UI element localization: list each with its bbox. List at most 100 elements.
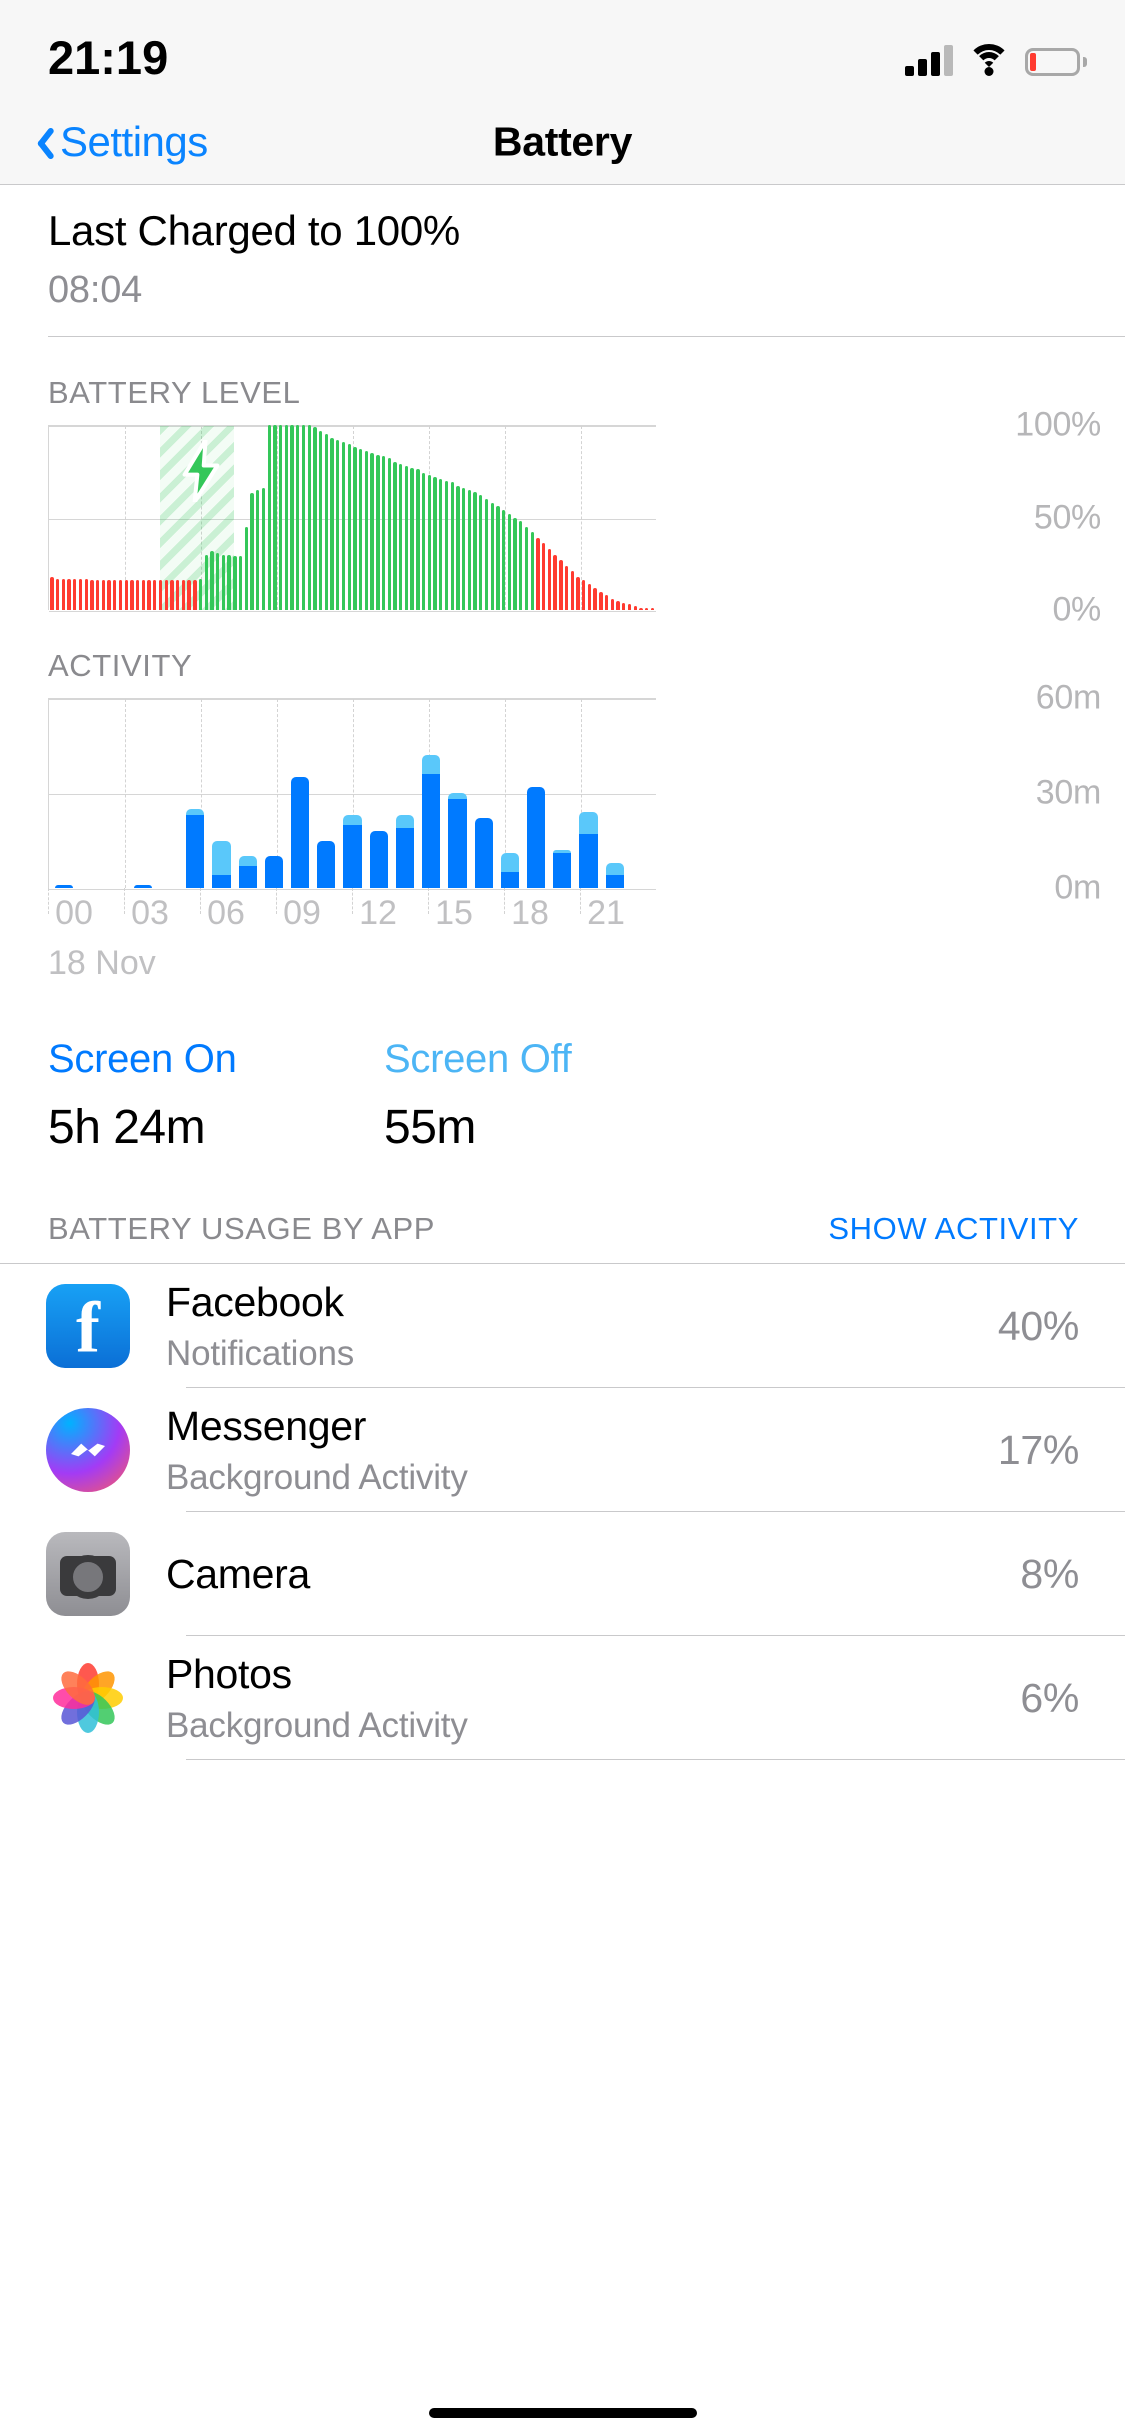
battery-low-icon xyxy=(1025,48,1087,76)
battery-level-bar xyxy=(644,608,649,610)
app-usage-meta: Camera xyxy=(166,1551,1020,1598)
battery-level-bar xyxy=(576,576,580,610)
status-bar: 21:19 xyxy=(0,0,1125,100)
app-name: Camera xyxy=(166,1550,311,1597)
battery-level-bar xyxy=(370,452,374,610)
activity-bar-screen-off xyxy=(238,856,257,866)
battery-level-bar xyxy=(387,458,391,610)
battery-level-bar xyxy=(524,526,529,610)
app-usage-subtitle: Background Activity xyxy=(166,1457,468,1497)
activity-bar-screen-on xyxy=(290,777,310,888)
activity-bar xyxy=(186,808,205,888)
battery-level-bar xyxy=(193,580,197,610)
activity-x-tick xyxy=(504,888,505,914)
battery-level-bar xyxy=(490,502,494,610)
battery-level-bar xyxy=(176,580,180,610)
battery-level-bar xyxy=(570,571,574,610)
battery-level-bar xyxy=(393,462,397,610)
battery-level-bar xyxy=(147,580,151,610)
activity-x-label: 00 xyxy=(55,894,93,932)
activity-chart[interactable] xyxy=(48,698,656,890)
home-indicator[interactable] xyxy=(428,2408,697,2418)
battery-level-bar xyxy=(158,580,163,610)
app-usage-row[interactable]: Facebook Notifications 40% xyxy=(0,1264,1125,1388)
battery-level-bar xyxy=(267,425,271,610)
battery-level-bar xyxy=(318,430,323,610)
activity-bar xyxy=(605,862,624,888)
activity-date-label: 18 Nov xyxy=(48,944,156,982)
app-name: Facebook xyxy=(166,1278,344,1325)
activity-bar xyxy=(448,793,467,888)
battery-level-bar xyxy=(381,456,386,610)
activity-x-label: 15 xyxy=(435,894,473,932)
battery-level-bar xyxy=(330,437,334,610)
battery-level-bar xyxy=(284,425,288,610)
battery-level-bars xyxy=(49,425,656,610)
activity-bar-screen-on xyxy=(553,853,572,888)
photos-icon xyxy=(46,1656,130,1740)
content-scroll-area[interactable]: Last Charged to 100% 08:04 BATTERY LEVEL… xyxy=(0,185,1125,1760)
battery-level-bar xyxy=(261,487,266,610)
cellular-signal-icon xyxy=(905,44,953,76)
navigation-bar: Settings Battery xyxy=(0,100,1125,185)
battery-level-bar xyxy=(290,425,294,610)
app-usage-row[interactable]: Camera 8% xyxy=(0,1512,1125,1636)
activity-bar-screen-on xyxy=(395,827,415,888)
activity-bar xyxy=(264,856,283,888)
battery-level-bar xyxy=(50,576,54,610)
battery-level-bar xyxy=(55,578,60,610)
activity-bar-screen-on xyxy=(369,831,388,888)
battery-level-bar xyxy=(61,578,65,610)
battery-level-bar xyxy=(210,550,214,610)
row-divider xyxy=(186,1759,1125,1760)
wifi-icon xyxy=(967,44,1011,76)
battery-level-bar xyxy=(124,580,128,610)
battery-level-bar xyxy=(204,554,208,610)
battery-level-bar xyxy=(324,434,329,610)
screen-off-block: Screen Off 55m xyxy=(384,1037,720,1155)
battery-level-bar xyxy=(307,425,311,610)
battery-level-bar xyxy=(616,600,620,610)
battery-level-bar xyxy=(633,606,637,610)
battery-level-bar xyxy=(364,450,369,610)
activity-bar-screen-on xyxy=(605,875,624,888)
activity-x-tick xyxy=(580,888,581,914)
battery-level-bar xyxy=(421,473,426,610)
battery-level-bar xyxy=(404,465,409,610)
activity-bar-screen-off xyxy=(605,862,624,876)
battery-level-bar xyxy=(301,425,306,610)
facebook-icon xyxy=(46,1284,130,1368)
battery-level-bar xyxy=(513,517,517,610)
screen-off-value: 55m xyxy=(384,1101,476,1154)
battery-level-bar xyxy=(553,554,557,610)
app-usage-row[interactable]: Messenger Background Activity 17% xyxy=(0,1388,1125,1512)
battery-level-bar xyxy=(233,556,237,610)
activity-bar-screen-on xyxy=(264,856,283,888)
app-usage-row[interactable]: Photos Background Activity 6% xyxy=(0,1636,1125,1760)
activity-bar xyxy=(369,831,388,888)
battery-level-bar xyxy=(336,439,340,610)
activity-bar-screen-on xyxy=(526,786,546,888)
app-usage-meta: Facebook Notifications xyxy=(166,1279,998,1374)
battery-level-bar xyxy=(135,580,140,610)
battery-level-chart[interactable] xyxy=(48,425,656,612)
battery-level-bar xyxy=(439,478,443,610)
activity-x-tick xyxy=(276,888,277,914)
activity-bar xyxy=(290,777,310,888)
gridline-horizontal xyxy=(49,611,656,612)
screen-off-label: Screen Off xyxy=(384,1037,572,1081)
activity-bar-screen-on xyxy=(238,865,257,888)
activity-bar xyxy=(553,850,572,888)
battery-level-bar xyxy=(559,560,563,610)
battery-level-bar xyxy=(416,469,420,610)
screen-on-value: 5h 24m xyxy=(48,1101,206,1154)
app-name: Messenger xyxy=(166,1402,367,1449)
app-usage-percent: 40% xyxy=(997,1302,1079,1349)
app-usage-percent: 17% xyxy=(997,1426,1079,1473)
app-usage-percent: 6% xyxy=(1020,1674,1079,1721)
activity-bar xyxy=(526,786,546,888)
activity-x-label: 12 xyxy=(359,894,397,932)
battery-level-bar xyxy=(593,587,597,610)
activity-x-label: 21 xyxy=(587,894,625,932)
show-activity-button[interactable]: SHOW ACTIVITY xyxy=(828,1211,1079,1247)
